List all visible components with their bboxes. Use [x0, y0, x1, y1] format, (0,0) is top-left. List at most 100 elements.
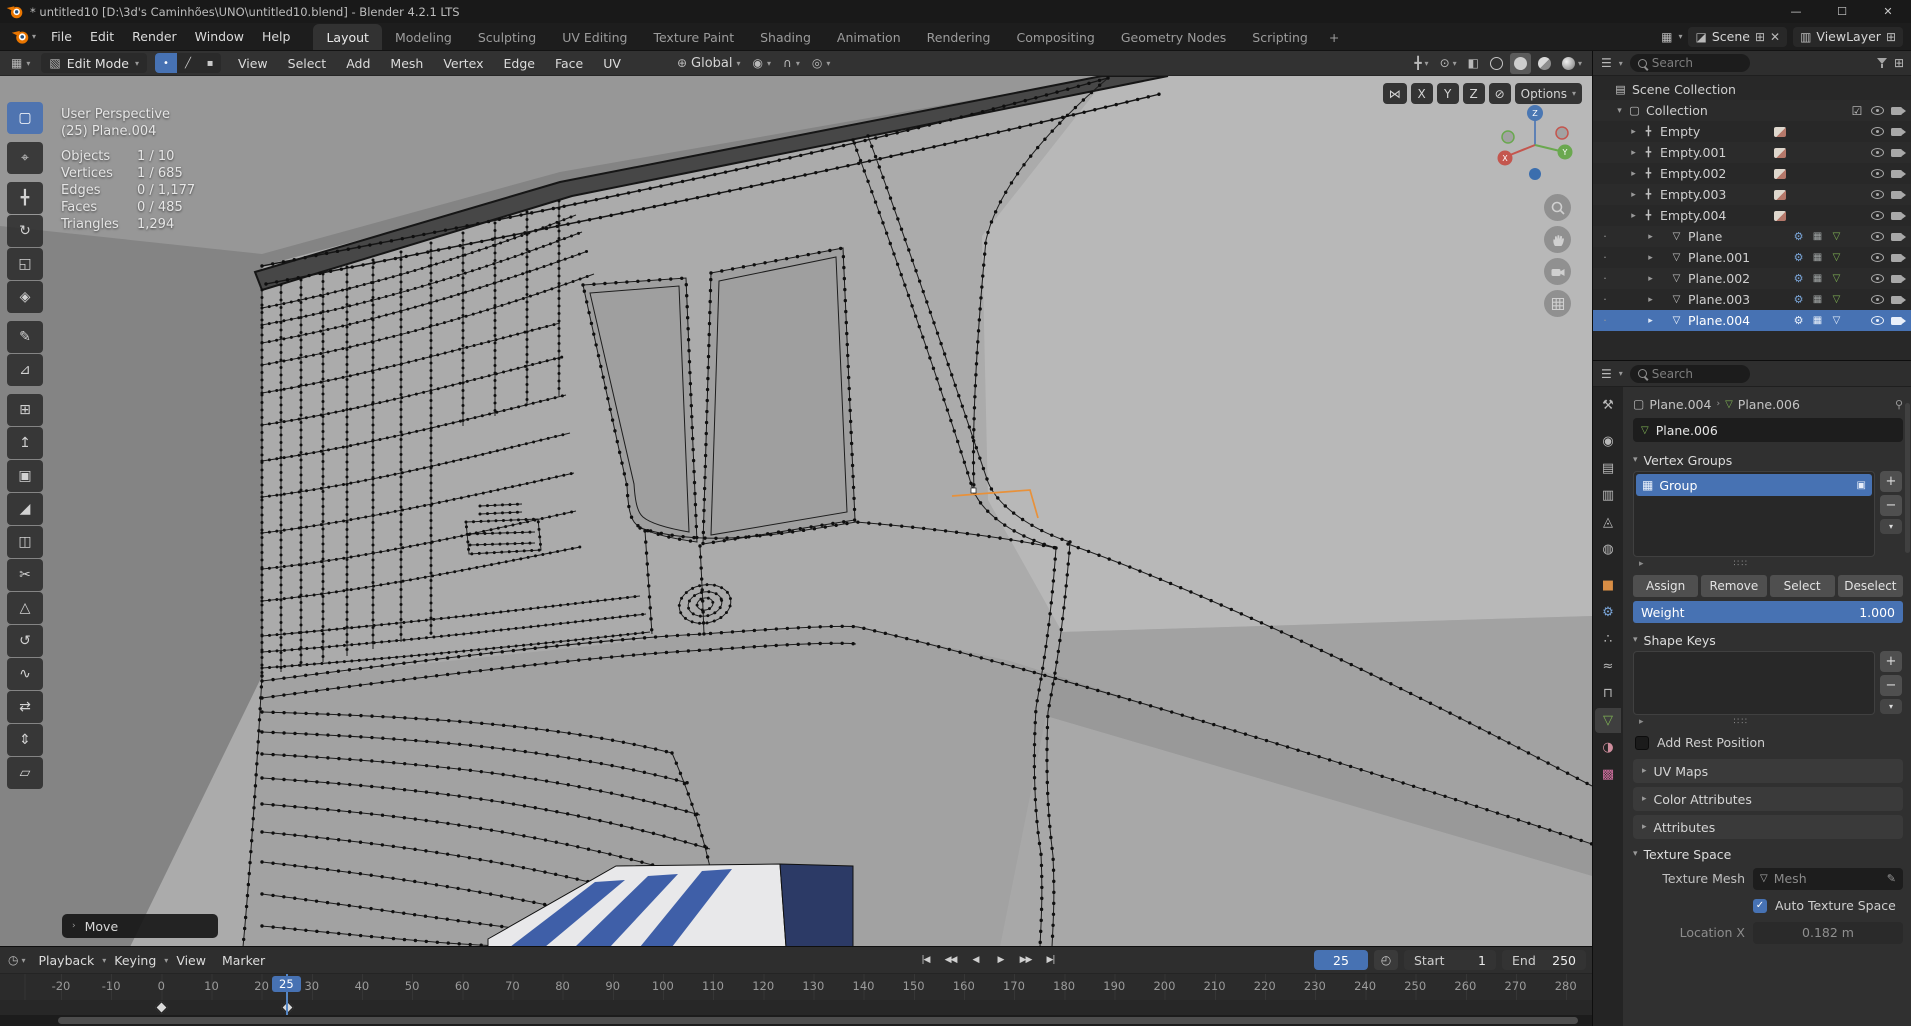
- menu-edit[interactable]: Edit: [81, 25, 123, 48]
- expand-chevron-icon[interactable]: ▸: [1627, 127, 1640, 137]
- hide-in-viewport-icon[interactable]: [1871, 148, 1884, 157]
- menu-edge[interactable]: Edge: [495, 53, 544, 74]
- disable-in-renders-icon[interactable]: [1891, 169, 1906, 178]
- image-data-icon[interactable]: [1773, 210, 1786, 221]
- mesh-data-icon[interactable]: ▦: [1808, 315, 1827, 326]
- tab-modeling[interactable]: Modeling: [382, 24, 465, 50]
- breadcrumb-object[interactable]: Plane.004: [1649, 397, 1711, 412]
- properties-search-input[interactable]: Search: [1629, 364, 1750, 383]
- properties-scrollbar[interactable]: [1905, 403, 1910, 553]
- snap-dropdown[interactable]: ∩ ▾: [778, 56, 805, 70]
- hide-in-viewport-icon[interactable]: [1871, 106, 1884, 115]
- texture-mesh-field[interactable]: ▽ Mesh ✎: [1753, 867, 1903, 890]
- outliner-row-empty[interactable]: ▸ ╋ Empty.002: [1593, 163, 1911, 184]
- viewlayer-selector[interactable]: ▥ ViewLayer ⊞: [1793, 26, 1903, 47]
- zoom-button[interactable]: [1544, 194, 1571, 221]
- show-gizmo-toggle[interactable]: ╋ ▾: [1410, 53, 1432, 74]
- minimize-button[interactable]: —: [1773, 0, 1819, 23]
- tool-spin[interactable]: ↺: [7, 625, 43, 657]
- outliner-row-empty[interactable]: ▸ ╋ Empty.001: [1593, 142, 1911, 163]
- timeline-ruler[interactable]: -20 -10 0 10 20 30 40 50 60 70 80 90 100…: [0, 973, 1592, 1015]
- tab-output[interactable]: ▤: [1595, 456, 1621, 481]
- outliner-row-scene-collection[interactable]: ▤ Scene Collection: [1593, 79, 1911, 100]
- expand-chevron-icon[interactable]: ▸: [1611, 295, 1668, 305]
- expand-chevron-icon[interactable]: ▸: [1611, 316, 1668, 326]
- tool-transform[interactable]: ◈: [7, 281, 43, 313]
- tab-geometry-nodes[interactable]: Geometry Nodes: [1108, 24, 1239, 50]
- vertex-select-mode-button[interactable]: •: [154, 53, 177, 73]
- expand-chevron-icon[interactable]: ▸: [1611, 274, 1668, 284]
- tool-loop-cut[interactable]: ◫: [7, 526, 43, 558]
- menu-help[interactable]: Help: [253, 25, 300, 48]
- tab-rendering[interactable]: Rendering: [914, 24, 1004, 50]
- navigation-gizmo[interactable]: X Y Z: [1492, 102, 1578, 188]
- face-select-mode-button[interactable]: ▪: [198, 53, 221, 73]
- menu-uv[interactable]: UV: [594, 53, 630, 74]
- shading-rendered-button[interactable]: ▾: [1558, 53, 1586, 74]
- outliner-row-mesh-active[interactable]: · ▸ ▽ Plane.004 ⚙ ▦ ▽: [1593, 310, 1911, 331]
- menu-keying[interactable]: Keying: [106, 950, 164, 971]
- hide-in-viewport-icon[interactable]: [1871, 190, 1884, 199]
- modifier-icon[interactable]: ⚙: [1789, 272, 1808, 285]
- mirror-x-toggle[interactable]: X: [1410, 83, 1433, 104]
- expand-chevron-icon[interactable]: ▾: [1613, 106, 1626, 116]
- tool-rotate[interactable]: ↻: [7, 215, 43, 247]
- expand-chevron-icon[interactable]: ▸: [1627, 211, 1640, 221]
- remove-button[interactable]: Remove: [1701, 575, 1767, 597]
- tab-animation[interactable]: Animation: [824, 24, 914, 50]
- image-data-icon[interactable]: [1773, 126, 1786, 137]
- mirror-y-toggle[interactable]: Y: [1436, 83, 1459, 104]
- hide-in-viewport-icon[interactable]: [1871, 295, 1884, 304]
- editor-type-selector[interactable]: ▦ ▾: [6, 56, 35, 70]
- menu-vertex[interactable]: Vertex: [434, 53, 492, 74]
- disable-in-renders-icon[interactable]: [1891, 190, 1906, 199]
- screen-layout-icon[interactable]: ▦: [1661, 30, 1672, 44]
- edge-select-mode-button[interactable]: ╱: [176, 53, 199, 73]
- tab-render[interactable]: ◉: [1595, 429, 1621, 454]
- outliner-row-empty[interactable]: ▸ ╋ Empty.003: [1593, 184, 1911, 205]
- jump-to-end-button[interactable]: ▶|: [1039, 950, 1062, 970]
- assign-button[interactable]: Assign: [1633, 575, 1699, 597]
- image-data-icon[interactable]: [1773, 189, 1786, 200]
- current-frame-field[interactable]: 25: [1314, 950, 1368, 970]
- properties-editor-icon[interactable]: ☰: [1601, 367, 1612, 381]
- options-dropdown[interactable]: Options ▾: [1514, 83, 1582, 104]
- new-scene-icon[interactable]: ⊞: [1755, 30, 1765, 44]
- close-button[interactable]: ✕: [1865, 0, 1911, 23]
- outliner-row-collection[interactable]: ▾ ▢ Collection ☑: [1593, 100, 1911, 121]
- image-data-icon[interactable]: [1773, 168, 1786, 179]
- triangle-data-icon[interactable]: ▽: [1827, 273, 1846, 284]
- symmetry-icon-button[interactable]: ⋈: [1382, 83, 1407, 104]
- outliner-row-mesh[interactable]: · ▸ ▽ Plane.001 ⚙ ▦ ▽: [1593, 247, 1911, 268]
- tab-shading[interactable]: Shading: [747, 24, 824, 50]
- shape-key-specials-button[interactable]: ▾: [1880, 699, 1902, 714]
- menu-view[interactable]: View: [168, 950, 214, 971]
- panel-attributes[interactable]: ▸ Attributes: [1633, 815, 1903, 839]
- outliner-row-mesh[interactable]: · ▸ ▽ Plane.003 ⚙ ▦ ▽: [1593, 289, 1911, 310]
- tab-modifiers[interactable]: ⚙: [1595, 600, 1621, 625]
- prev-keyframe-button[interactable]: ◀◀: [939, 950, 962, 970]
- menu-select[interactable]: Select: [279, 53, 336, 74]
- 3d-viewport[interactable]: ▢ ⌖ ╋ ↻ ◱ ◈ ✎ ⊿ ⊞ ↥ ▣ ◢ ◫ ✂ △ ↺ ∿ ⇄ ⇕ ▱ …: [0, 76, 1592, 946]
- disable-in-renders-icon[interactable]: [1891, 274, 1906, 283]
- filter-icon[interactable]: [1876, 58, 1887, 68]
- menu-playback[interactable]: Playback: [31, 950, 103, 971]
- eyedropper-icon[interactable]: ✎: [1887, 872, 1896, 885]
- tool-move[interactable]: ╋: [7, 182, 43, 214]
- modifier-icon[interactable]: ⚙: [1789, 251, 1808, 264]
- deselect-button[interactable]: Deselect: [1837, 575, 1903, 597]
- pin-icon[interactable]: ⚲: [1895, 398, 1903, 411]
- expand-chevron-icon[interactable]: ▸: [1627, 148, 1640, 158]
- modifier-icon[interactable]: ⚙: [1789, 314, 1808, 327]
- hide-in-viewport-icon[interactable]: [1871, 316, 1884, 325]
- hide-in-viewport-icon[interactable]: [1871, 274, 1884, 283]
- tool-annotate[interactable]: ✎: [7, 321, 43, 353]
- chevron-down-icon[interactable]: ▾: [1619, 59, 1623, 68]
- tab-physics[interactable]: ≈: [1595, 654, 1621, 679]
- expand-chevron-icon[interactable]: ▸: [1611, 253, 1668, 263]
- operator-redo-panel[interactable]: › Move: [62, 914, 218, 938]
- playhead-frame-badge[interactable]: 25: [272, 976, 301, 992]
- hide-in-viewport-icon[interactable]: [1871, 169, 1884, 178]
- triangle-data-icon[interactable]: ▽: [1827, 252, 1846, 263]
- proportional-editing-dropdown[interactable]: ◎ ▾: [807, 56, 836, 70]
